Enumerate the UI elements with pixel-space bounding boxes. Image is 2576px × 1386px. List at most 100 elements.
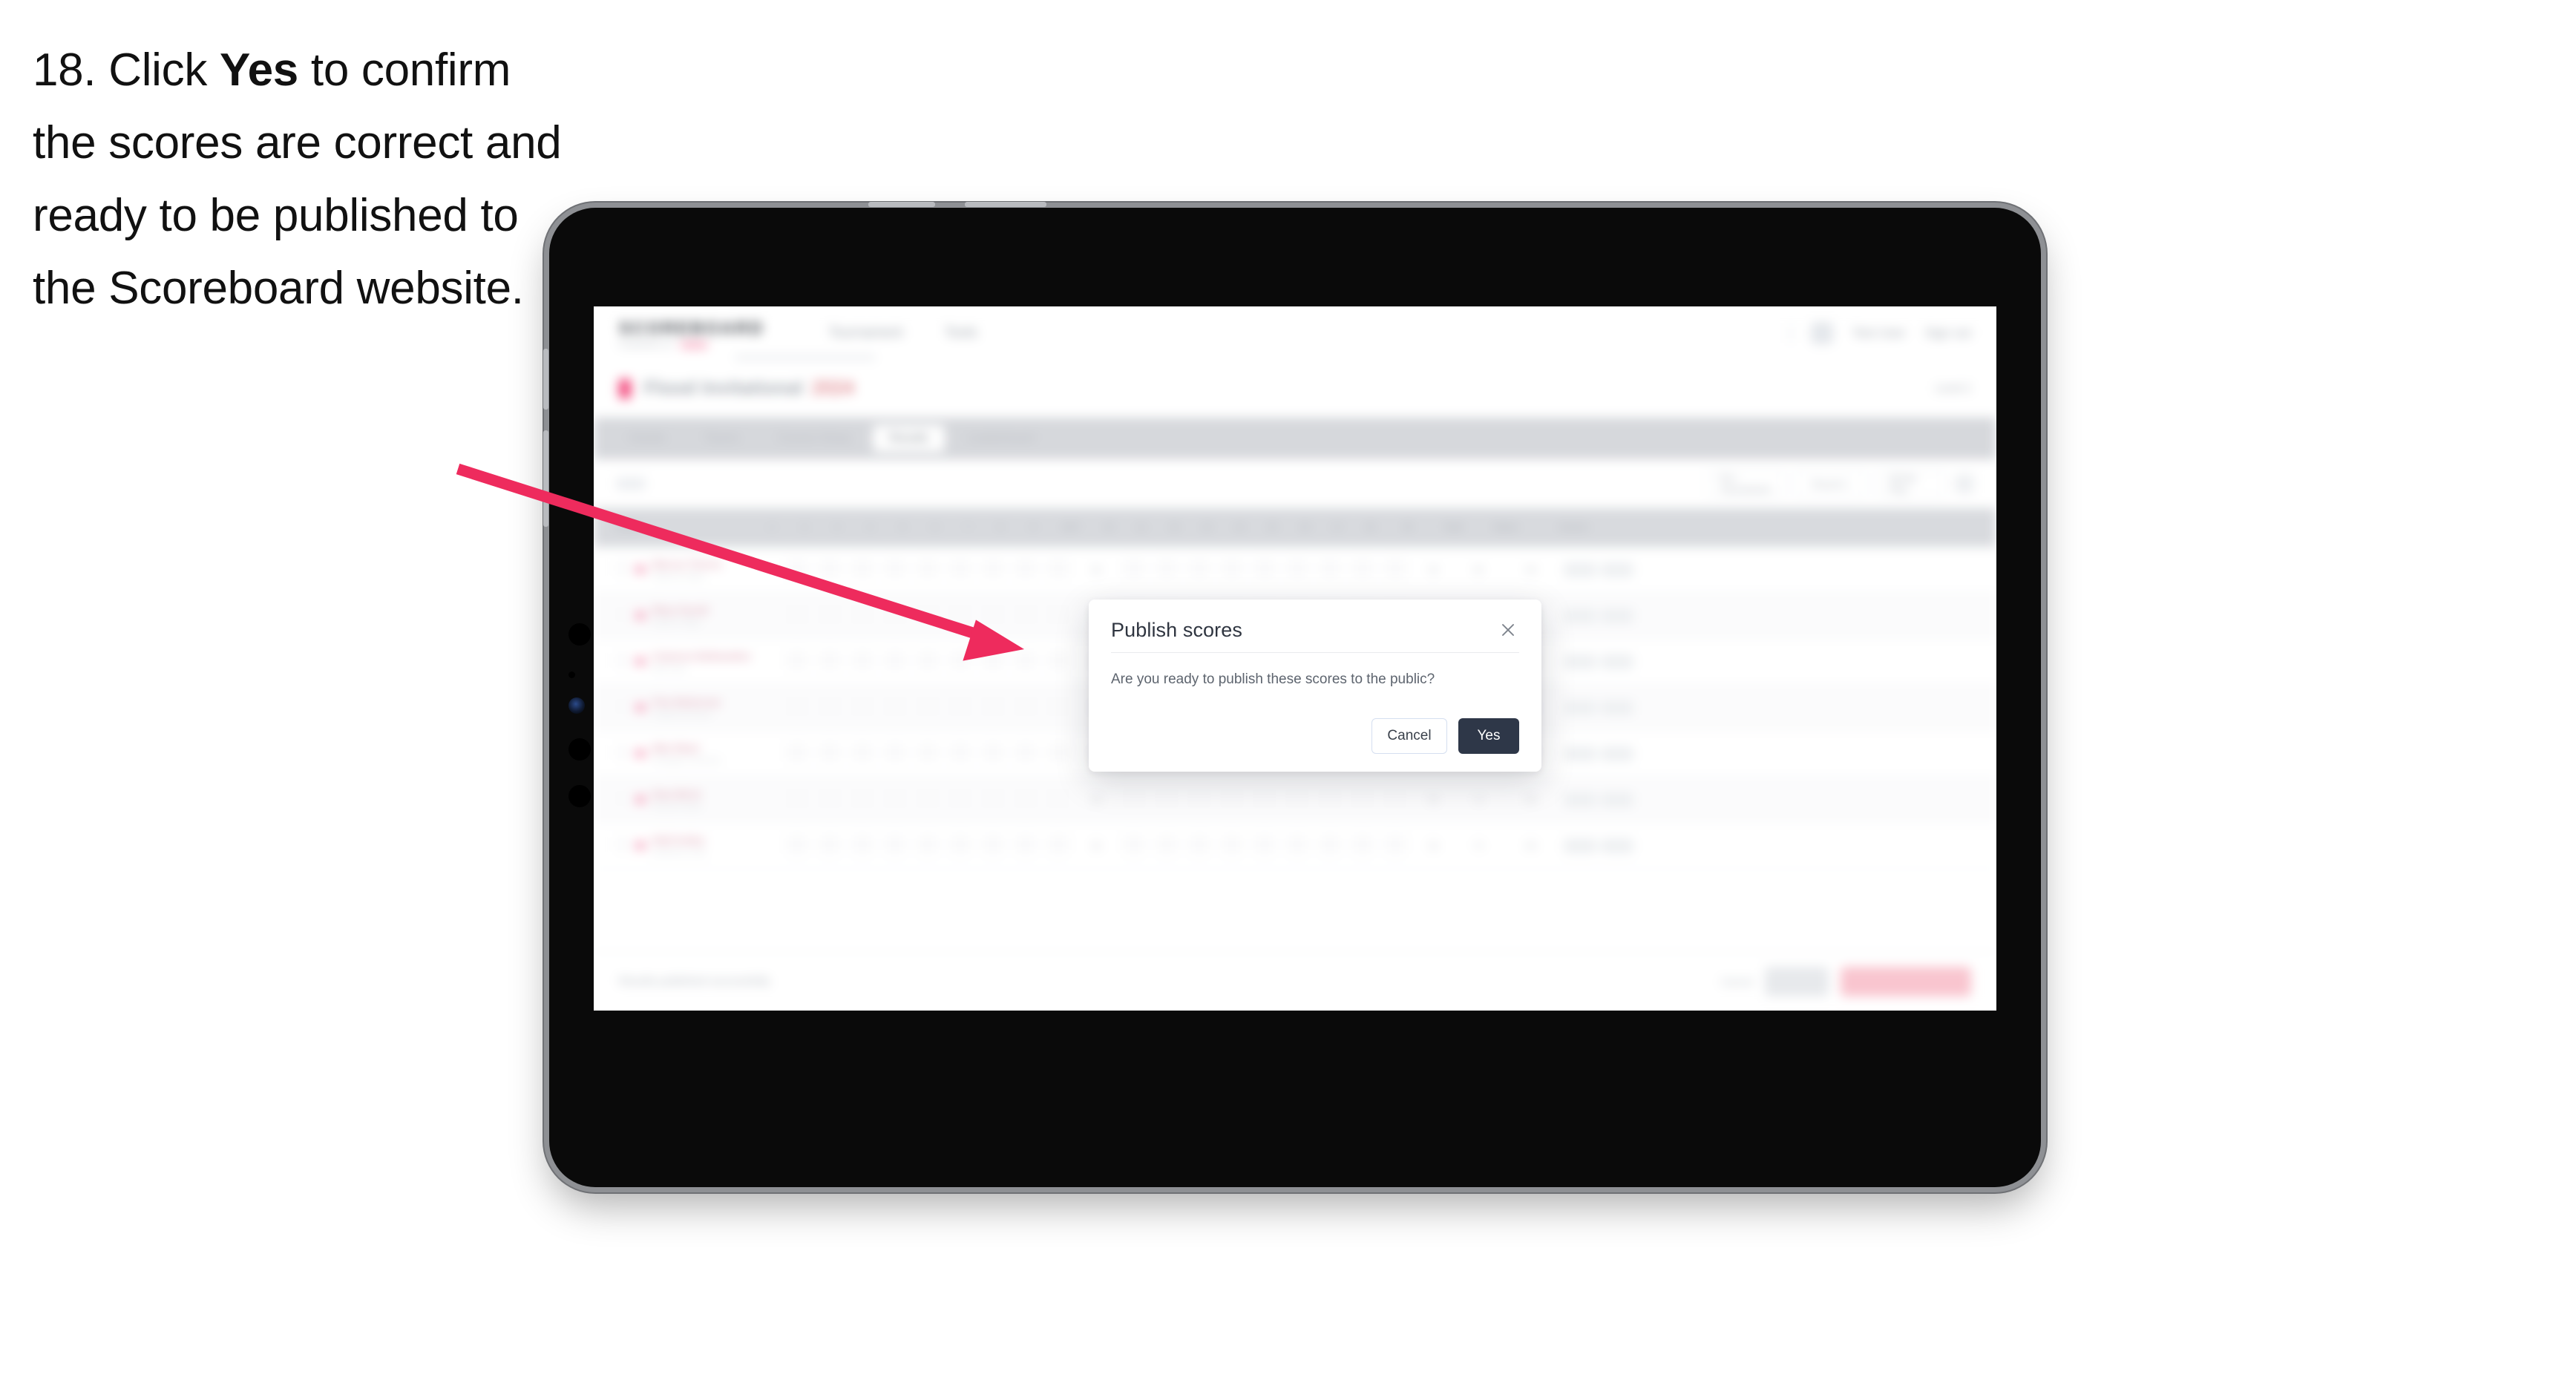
table-cell[interactable] (1150, 789, 1183, 810)
table-cell[interactable] (813, 605, 846, 626)
table-cell[interactable] (1379, 789, 1412, 810)
table-cell[interactable] (1248, 835, 1281, 856)
table-cell[interactable] (1346, 789, 1379, 810)
table-cell[interactable] (1042, 651, 1075, 672)
table-cell[interactable] (1118, 559, 1150, 580)
table-cell[interactable] (1281, 789, 1314, 810)
table-cell[interactable] (846, 605, 879, 626)
table-cell[interactable] (944, 835, 977, 856)
table-cell[interactable] (1560, 792, 1637, 807)
table-cell[interactable] (1560, 700, 1637, 715)
table-cell[interactable] (1042, 559, 1075, 580)
table-cell[interactable] (879, 651, 911, 672)
table-cell[interactable] (879, 559, 911, 580)
table-cell[interactable] (911, 743, 944, 764)
table-cell[interactable] (1118, 835, 1150, 856)
settings-icon[interactable] (1955, 474, 1974, 493)
row-checkbox[interactable] (610, 561, 635, 578)
table-cell[interactable] (813, 743, 846, 764)
table-cell[interactable] (944, 697, 977, 718)
table-cell[interactable] (911, 605, 944, 626)
table-cell[interactable] (1314, 559, 1346, 580)
table-cell[interactable] (944, 605, 977, 626)
header-user-name[interactable]: Test User (1852, 326, 1906, 341)
table-cell[interactable] (1314, 789, 1346, 810)
footer-publish-button[interactable] (1841, 966, 1971, 996)
table-cell[interactable] (879, 835, 911, 856)
table-cell[interactable] (944, 559, 977, 580)
table-cell[interactable] (977, 835, 1009, 856)
table-cell[interactable] (944, 651, 977, 672)
row-checkbox[interactable] (610, 837, 635, 854)
table-cell[interactable]: 36 (1412, 841, 1455, 851)
table-cell[interactable] (977, 789, 1009, 810)
table-cell[interactable] (846, 651, 879, 672)
table-cell[interactable] (1346, 835, 1379, 856)
table-cell[interactable] (813, 697, 846, 718)
table-cell[interactable] (1216, 789, 1248, 810)
cancel-button[interactable]: Cancel (1371, 718, 1447, 754)
footer-save-button[interactable] (1765, 966, 1829, 996)
table-cell[interactable]: 36 (1075, 795, 1118, 805)
table-cell[interactable] (1248, 789, 1281, 810)
table-cell[interactable] (911, 789, 944, 810)
tab-teams[interactable]: Teams (688, 425, 756, 452)
table-cell[interactable] (977, 605, 1009, 626)
table-cell[interactable] (1560, 562, 1637, 577)
tab-leaderboard[interactable]: Leaderboard (951, 425, 1051, 452)
table-cell[interactable]: OK (1502, 841, 1560, 851)
table-cell[interactable] (813, 651, 846, 672)
table-cell[interactable] (977, 697, 1009, 718)
table-cell[interactable] (846, 835, 879, 856)
row-checkbox[interactable] (610, 745, 635, 762)
table-cell[interactable] (977, 651, 1009, 672)
table-cell[interactable] (977, 559, 1009, 580)
tab-details[interactable]: Details (613, 425, 682, 452)
table-cell[interactable] (1042, 605, 1075, 626)
table-cell[interactable] (1009, 605, 1042, 626)
table-cell[interactable] (813, 559, 846, 580)
filter-pre-tournament[interactable]: Pre-Tournament (1707, 470, 1784, 497)
app-logo[interactable]: SCOREBOARD POWERED BY (619, 318, 764, 349)
table-cell[interactable] (1216, 835, 1248, 856)
row-checkbox[interactable] (610, 699, 635, 716)
table-cell[interactable] (781, 559, 813, 580)
table-cell[interactable] (781, 651, 813, 672)
table-cell[interactable] (846, 697, 879, 718)
header-signout-link[interactable]: Sign out (1925, 326, 1971, 341)
table-cell[interactable] (1009, 789, 1042, 810)
tab-course-setup[interactable]: Course Setup (761, 425, 867, 452)
table-cell[interactable]: 73 (1455, 795, 1502, 805)
table-cell[interactable] (846, 559, 879, 580)
table-cell[interactable] (879, 697, 911, 718)
table-cell[interactable] (911, 835, 944, 856)
table-cell[interactable] (879, 743, 911, 764)
table-cell[interactable] (846, 743, 879, 764)
table-cell[interactable]: OK (1502, 565, 1560, 575)
search-input[interactable] (616, 478, 646, 490)
table-cell[interactable] (781, 697, 813, 718)
table-cell[interactable] (1042, 743, 1075, 764)
table-cell[interactable] (944, 743, 977, 764)
table-cell[interactable] (781, 835, 813, 856)
volume-down-button[interactable] (543, 430, 548, 527)
table-cell[interactable] (781, 743, 813, 764)
table-cell[interactable] (1150, 559, 1183, 580)
table-cell[interactable] (911, 559, 944, 580)
table-cell[interactable] (1183, 835, 1216, 856)
table-cell[interactable] (1009, 697, 1042, 718)
table-cell[interactable] (1346, 559, 1379, 580)
table-cell[interactable] (1379, 835, 1412, 856)
table-cell[interactable] (1216, 559, 1248, 580)
table-row[interactable]: Niall Ashby Sandmere Links 36 36 74 OK (594, 823, 1996, 869)
table-cell[interactable]: 36 (1412, 565, 1455, 575)
filter-format[interactable]: Stroke Play (1876, 470, 1944, 497)
table-cell[interactable] (1560, 746, 1637, 761)
table-row[interactable]: Dara Birch Kelmont Heath 36 36 73 OK (594, 777, 1996, 823)
table-cell[interactable] (1560, 608, 1637, 623)
table-cell[interactable] (1009, 835, 1042, 856)
table-cell[interactable] (1314, 835, 1346, 856)
row-checkbox[interactable] (610, 653, 635, 670)
table-cell[interactable] (813, 789, 846, 810)
table-cell[interactable]: 36 (1412, 795, 1455, 805)
